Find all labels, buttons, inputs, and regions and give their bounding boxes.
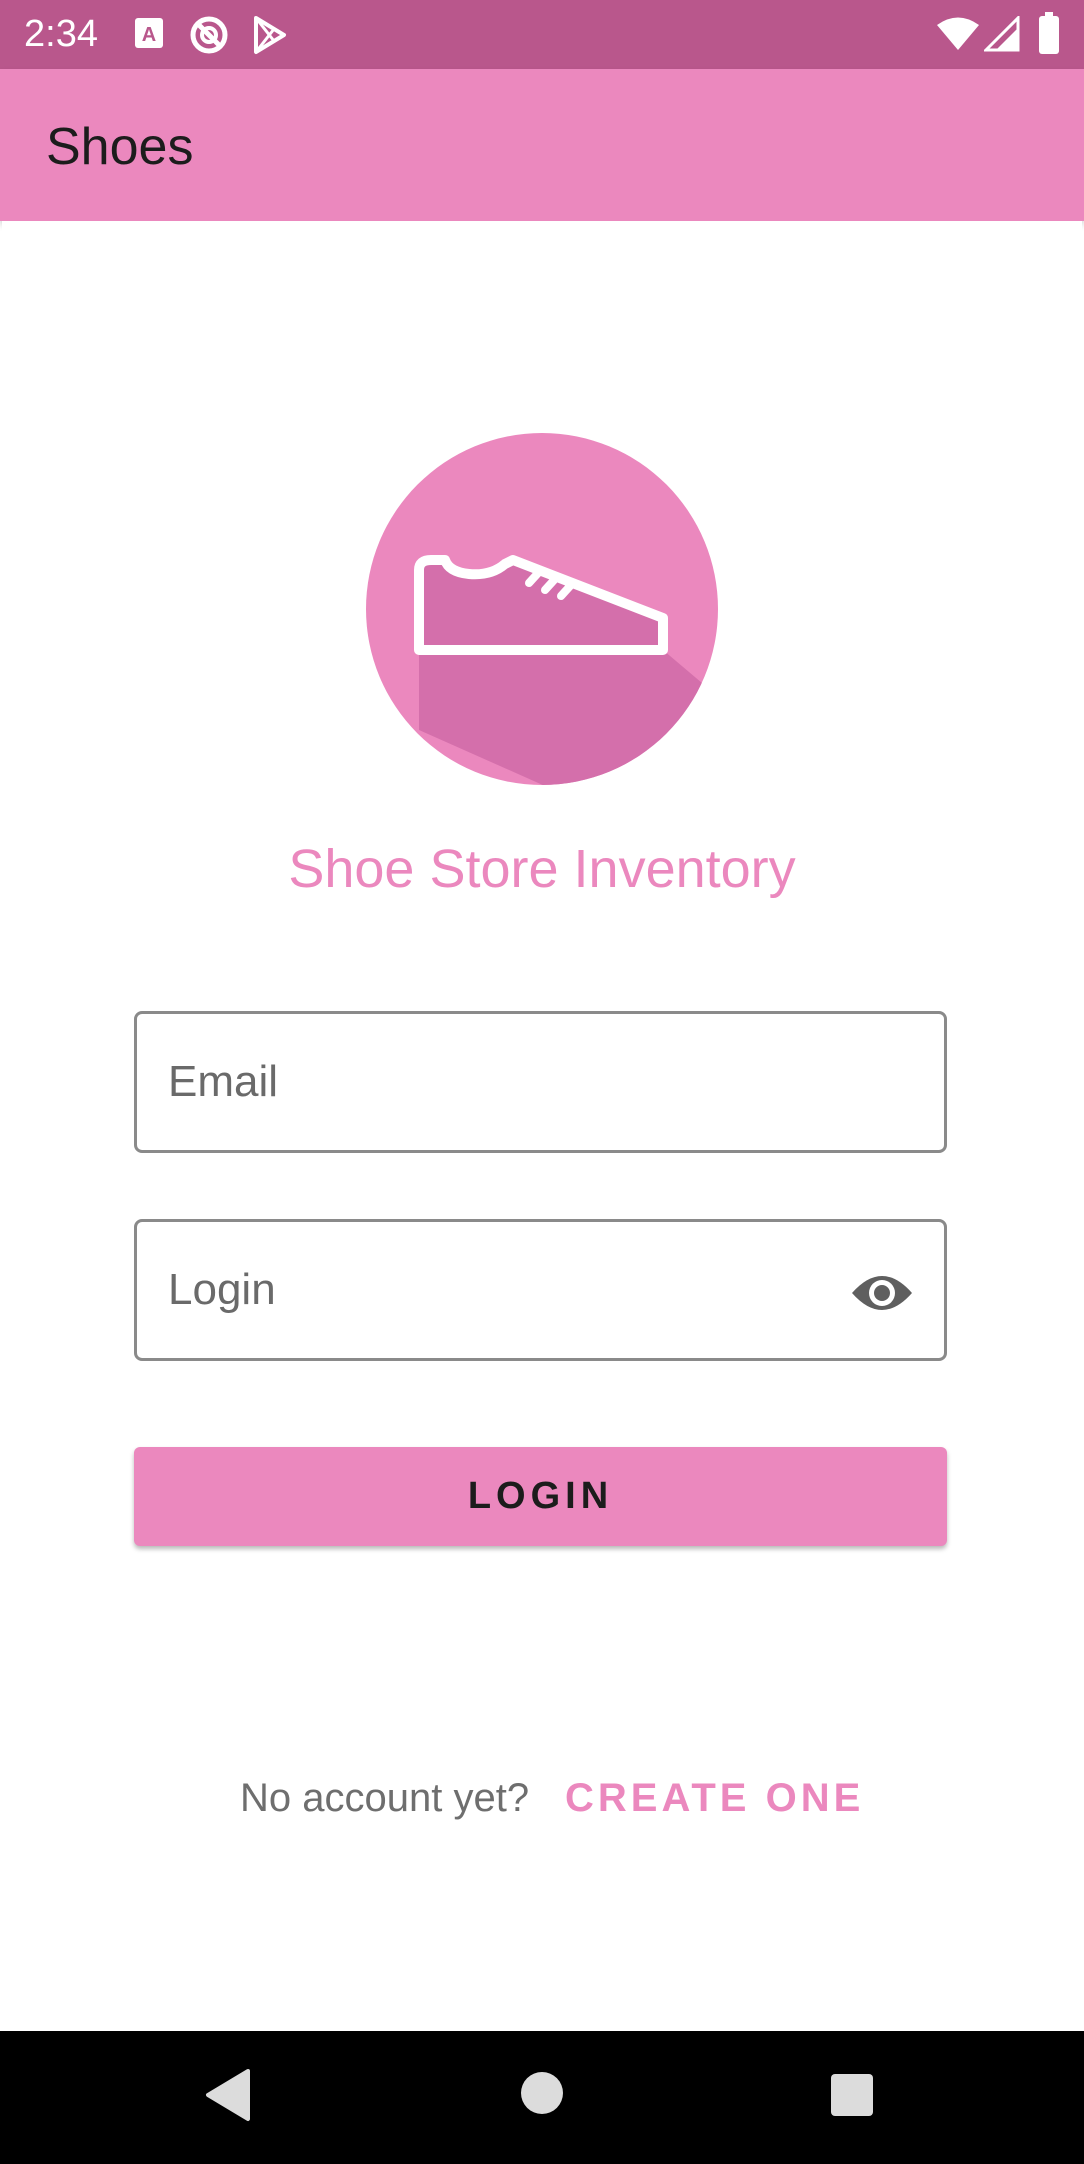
password-field-label: Login [168,1265,276,1314]
login-button[interactable]: LOGIN [134,1447,947,1546]
play-store-icon [252,15,288,60]
a-notification-icon: A [134,16,164,55]
recents-icon[interactable] [830,2073,874,2122]
status-time: 2:34 [24,13,98,55]
app-subtitle: Shoe Store Inventory [288,839,796,899]
no-account-text: No account yet? [240,1776,530,1820]
email-field[interactable]: Email [134,1011,947,1153]
svg-text:A: A [142,24,156,46]
email-field-label: Email [168,1057,279,1106]
shoe-icon [366,433,718,785]
app-title: Shoes [46,118,194,176]
app-bar: Shoes [0,69,1084,221]
status-bar: 2:34 A [0,0,1084,69]
wifi-icon [936,16,980,57]
signal-icon [982,14,1020,57]
password-field[interactable]: Login [134,1219,947,1361]
battery-icon [1038,12,1060,59]
home-icon[interactable] [520,2071,564,2120]
create-account-link[interactable]: CREATE ONE [565,1770,864,1826]
shoe-logo [365,432,719,786]
eye-icon[interactable] [850,1265,914,1321]
sync-icon [188,14,230,61]
back-icon[interactable] [204,2067,250,2128]
navigation-bar [0,2031,1084,2164]
